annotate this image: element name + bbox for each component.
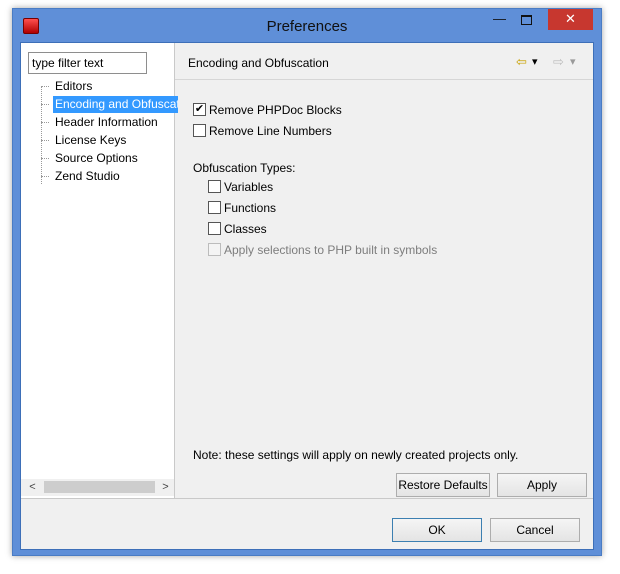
checkbox-label: Functions [224, 201, 277, 215]
tree-item-label: Editors [55, 79, 93, 93]
checkbox[interactable] [208, 180, 221, 193]
maximize-button[interactable] [513, 9, 540, 30]
tree-item-label: Zend Studio [55, 169, 120, 183]
checkbox-disabled [208, 243, 221, 256]
tree-connector [41, 86, 49, 87]
header-divider [175, 79, 593, 80]
checkbox-label: Remove PHPDoc Blocks [209, 103, 342, 117]
tree-item-label: Header Information [55, 115, 158, 129]
restore-defaults-button[interactable]: Restore Defaults [396, 473, 490, 497]
checkbox-label: Variables [224, 180, 274, 194]
page-title: Encoding and Obfuscation [188, 56, 329, 70]
scroll-left-icon[interactable]: < [24, 479, 41, 496]
checkbox[interactable] [193, 124, 206, 137]
close-button[interactable]: ✕ [548, 9, 593, 30]
preferences-window: Preferences — ✕ type filter text Editors… [12, 8, 602, 556]
checkbox[interactable] [208, 222, 221, 235]
dialog-client-area: type filter text Editors Encoding and Ob… [20, 42, 594, 550]
tree-connector [41, 158, 49, 159]
footer-divider [21, 498, 593, 499]
checkbox-checked[interactable]: ✔ [193, 103, 206, 116]
tree-connector [41, 122, 49, 123]
scrollbar-thumb[interactable] [44, 481, 155, 493]
forward-arrow-icon[interactable]: ⇨ [553, 54, 564, 70]
checkbox-label: Classes [224, 222, 267, 236]
settings-note: Note: these settings will apply on newly… [193, 448, 519, 462]
forward-menu-icon[interactable]: ▾ [570, 54, 576, 70]
checkbox[interactable] [208, 201, 221, 214]
preference-page: Encoding and Obfuscation ⇦ ▾ ⇨ ▾ ✔ Remov… [175, 43, 593, 498]
tree-item-label: License Keys [55, 133, 127, 147]
back-menu-icon[interactable]: ▾ [532, 54, 538, 70]
horizontal-scrollbar[interactable]: < > [21, 479, 174, 496]
tree-item-label: Source Options [55, 151, 138, 165]
tree-item-label: Encoding and Obfuscation [53, 96, 178, 113]
checkbox-label: Remove Line Numbers [209, 124, 332, 138]
tree-connector [41, 176, 49, 177]
back-arrow-icon[interactable]: ⇦ [516, 54, 527, 70]
apply-button[interactable]: Apply [497, 473, 587, 497]
filter-input[interactable]: type filter text [28, 52, 147, 74]
tree-connector [41, 140, 49, 141]
scroll-right-icon[interactable]: > [157, 479, 174, 496]
checkbox-label: Apply selections to PHP built in symbols [224, 243, 438, 257]
maximize-icon [521, 15, 532, 25]
tree-connector [41, 86, 42, 184]
preference-tree-pane: type filter text Editors Encoding and Ob… [21, 43, 178, 498]
ok-button[interactable]: OK [392, 518, 482, 542]
cancel-button[interactable]: Cancel [490, 518, 580, 542]
tree-connector [41, 104, 49, 105]
minimize-button[interactable]: — [486, 9, 513, 30]
obfuscation-types-label: Obfuscation Types: [193, 161, 296, 175]
title-bar[interactable]: Preferences — ✕ [13, 9, 601, 42]
